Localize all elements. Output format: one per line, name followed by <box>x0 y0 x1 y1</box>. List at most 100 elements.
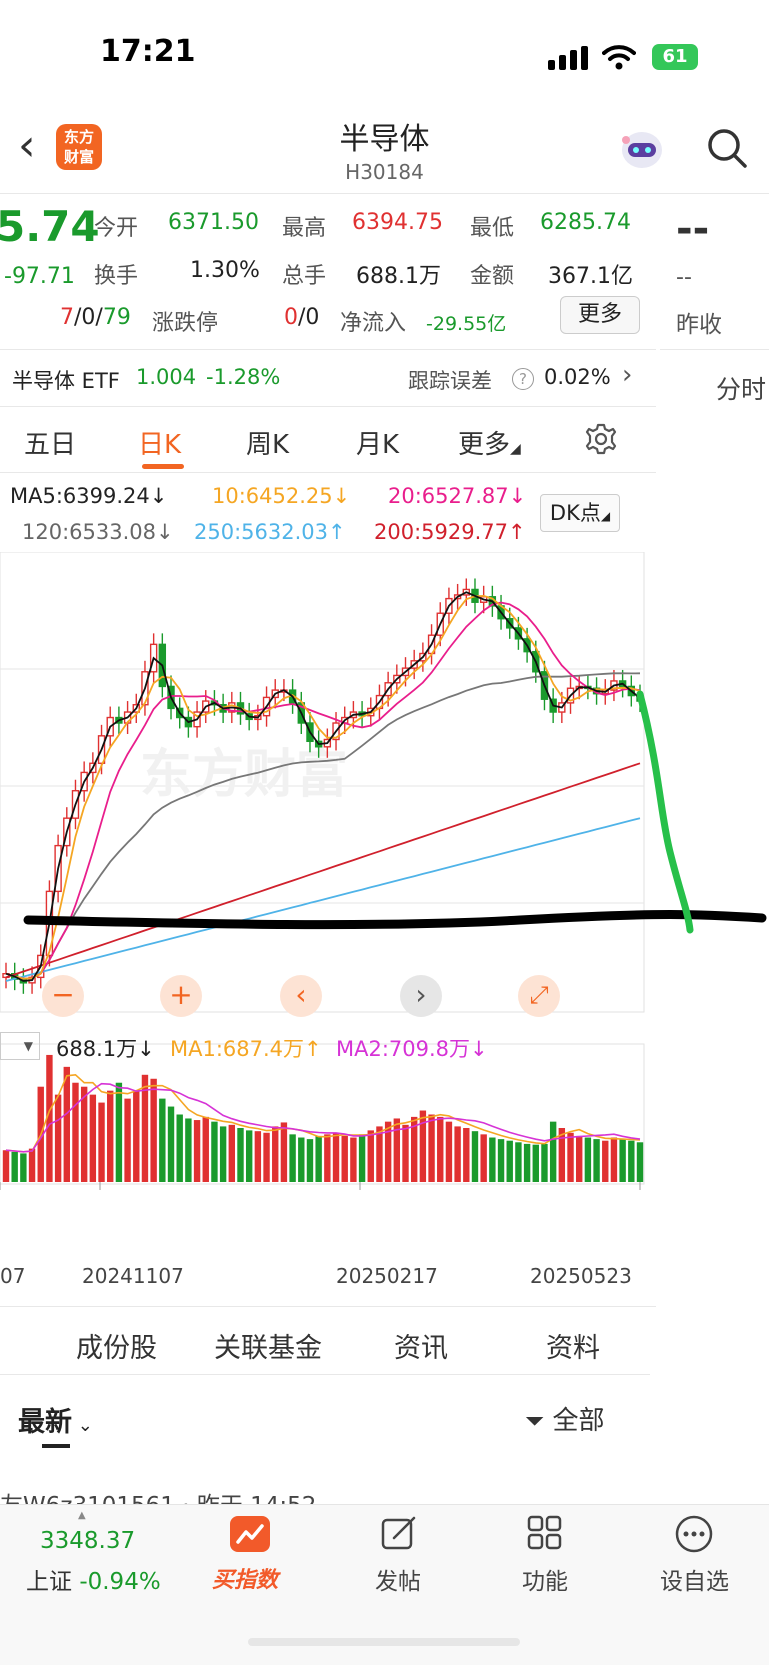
limit-label: 涨跌停 <box>152 311 219 336</box>
zoom-out-button[interactable]: − <box>42 975 84 1017</box>
volume-bar <box>549 1121 557 1182</box>
volume-value: 688.1万 <box>356 264 441 289</box>
volume-bar <box>219 1126 227 1182</box>
nav-buy-index[interactable]: 买指数 <box>212 1562 278 1594</box>
volume-bar <box>185 1118 192 1182</box>
volume-bar <box>463 1128 470 1182</box>
volume-bar <box>89 1094 97 1182</box>
nav-post[interactable]: 发帖 <box>375 1562 421 1596</box>
functions-grid-icon[interactable] <box>526 1514 564 1552</box>
status-time: 17:21 <box>100 34 196 69</box>
tab-more[interactable]: 更多◢ <box>458 424 521 461</box>
volume-bar <box>324 1134 331 1182</box>
price-change: -97.71 <box>4 264 75 289</box>
more-options-icon[interactable] <box>674 1514 714 1554</box>
volume-bar <box>341 1135 348 1182</box>
volume-bar <box>107 1090 114 1182</box>
ma250-line <box>5 817 641 982</box>
volume-bar <box>358 1134 366 1182</box>
open-value: 6371.50 <box>168 210 259 235</box>
active-tab-indicator <box>142 464 184 469</box>
ma200-label: 200:5929.77↑ <box>374 520 526 544</box>
tab-constituents[interactable]: 成份股 <box>76 1326 157 1365</box>
chevron-right-icon[interactable]: › <box>622 360 632 390</box>
volume-bar <box>306 1139 314 1182</box>
index-ticker[interactable]: 上证 -0.94% <box>26 1562 161 1596</box>
volume-bar <box>237 1128 244 1182</box>
current-price: 5.74 <box>0 202 100 251</box>
volume-bar <box>454 1126 461 1182</box>
etf-name[interactable]: 半导体 ETF <box>12 365 120 395</box>
help-icon[interactable]: ? <box>512 368 534 390</box>
volume-bar <box>350 1137 357 1182</box>
volume-bar <box>610 1137 618 1182</box>
tab-weekly-k[interactable]: 周K <box>246 424 289 461</box>
volume-bar <box>272 1126 279 1182</box>
volume-bar <box>367 1130 374 1182</box>
nav-add-watchlist[interactable]: 设自选 <box>660 1562 729 1596</box>
volume-bar <box>2 1150 10 1182</box>
volume-bar <box>80 1086 88 1182</box>
volume-bar <box>584 1137 592 1182</box>
indicator-dropdown-icon[interactable]: ▼ <box>0 1032 40 1060</box>
tab-news[interactable]: 资讯 <box>394 1326 448 1365</box>
buy-index-icon[interactable] <box>230 1516 270 1552</box>
low-value: 6285.74 <box>540 210 631 235</box>
tab-related-funds[interactable]: 关联基金 <box>214 1326 322 1365</box>
filter-icon: ⏷ <box>525 1407 545 1435</box>
latest-sort-dropdown[interactable]: 最新 ⌄ <box>18 1400 93 1439</box>
volume-bar <box>211 1121 218 1182</box>
filter-button[interactable]: ⏷ 全部 <box>525 1400 604 1437</box>
more-quote-button[interactable]: 更多 <box>560 296 640 334</box>
ma120-label: 120:6533.08↓ <box>22 520 174 544</box>
volume-bar <box>515 1142 522 1182</box>
volume-value-label: 688.1万↓ <box>56 1037 155 1061</box>
dk-point-button[interactable]: DK点◢ <box>540 494 620 532</box>
robot-assistant-icon[interactable] <box>618 128 666 172</box>
volume-bar <box>289 1134 296 1182</box>
next-button[interactable]: › <box>400 975 442 1017</box>
volume-bar <box>567 1132 574 1182</box>
volume-label: 总手 <box>282 264 327 289</box>
settings-gear-icon[interactable] <box>584 422 618 456</box>
volume-bar <box>506 1140 513 1182</box>
volume-bar <box>150 1078 157 1182</box>
ma5-label: MA5:6399.24↓ <box>10 484 168 508</box>
search-icon[interactable] <box>705 126 749 170</box>
high-label: 最高 <box>282 216 327 241</box>
turnover-label: 换手 <box>94 264 139 289</box>
compose-post-icon[interactable] <box>380 1514 418 1552</box>
tab-daily-k[interactable]: 日K <box>138 424 181 461</box>
wifi-icon <box>602 45 636 70</box>
tab-five-day[interactable]: 五日 <box>24 424 76 461</box>
nav-functions[interactable]: 功能 <box>522 1562 568 1596</box>
volume-bar <box>159 1098 166 1182</box>
side-tab-intraday[interactable]: 分时 <box>716 370 766 406</box>
tab-monthly-k[interactable]: 月K <box>356 424 399 461</box>
battery-indicator: 61 <box>652 44 698 70</box>
hand-drawn-black-line <box>23 910 767 930</box>
etf-change: -1.28% <box>206 365 281 389</box>
net-inflow-label: 净流入 <box>340 311 407 336</box>
turnover-value: 1.30% <box>190 258 260 283</box>
volume-bar <box>402 1124 409 1182</box>
high-value: 6394.75 <box>352 210 443 235</box>
home-indicator <box>248 1638 520 1646</box>
expand-button[interactable]: ⤢ <box>518 975 560 1017</box>
volume-bar <box>245 1130 253 1182</box>
net-inflow-value: -29.55亿 <box>426 313 507 335</box>
volume-bar <box>576 1135 583 1182</box>
date-label: 20250523 <box>530 1264 632 1288</box>
tracking-value: 0.02% <box>544 365 611 389</box>
caret-up-icon: ▲ <box>78 1510 86 1521</box>
vol-ma2-label: MA2:709.8万↓ <box>336 1037 488 1061</box>
index-value[interactable]: 3348.37 <box>40 1528 135 1554</box>
prev-button[interactable]: ‹ <box>280 975 322 1017</box>
volume-bar <box>437 1116 444 1182</box>
kline-chart[interactable]: 东方财富 <box>0 552 769 1272</box>
volume-bar <box>315 1135 322 1182</box>
volume-bar <box>20 1153 27 1182</box>
tab-profile[interactable]: 资料 <box>546 1326 600 1365</box>
zoom-in-button[interactable]: + <box>160 975 202 1017</box>
volume-bar <box>202 1116 209 1182</box>
